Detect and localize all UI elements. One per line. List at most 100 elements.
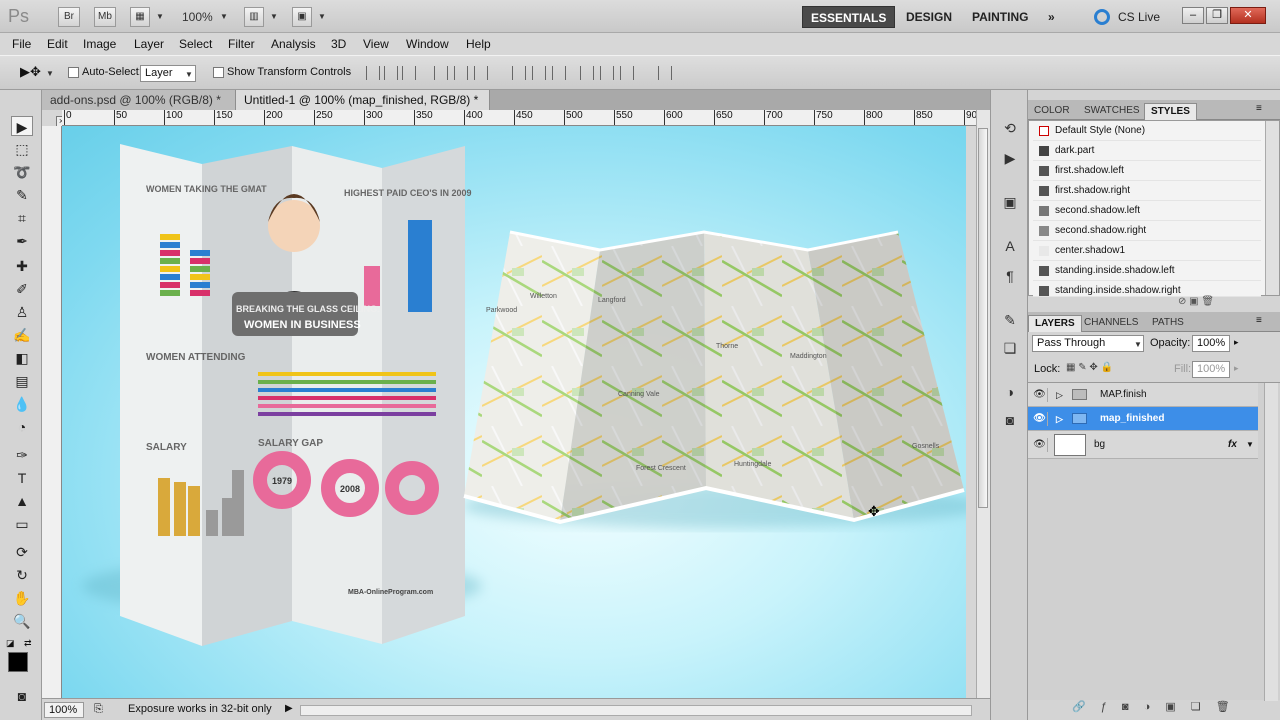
- close-button[interactable]: ✕: [1230, 7, 1266, 24]
- styles-footer-icons[interactable]: ⊘ ▣ 🗑: [1178, 296, 1214, 307]
- effects-expand-icon[interactable]: ▼: [1246, 431, 1254, 459]
- opacity-input[interactable]: 100%: [1192, 335, 1230, 352]
- align-hcenter-icon[interactable]: [454, 66, 468, 80]
- lasso-tool-icon[interactable]: ➰: [11, 162, 33, 182]
- menu-view[interactable]: View: [363, 37, 389, 51]
- menu-3d[interactable]: 3D: [331, 37, 346, 51]
- visibility-eye-icon[interactable]: 👁: [1032, 438, 1048, 452]
- fill-input[interactable]: 100%: [1192, 361, 1230, 378]
- zoom-tool-icon[interactable]: 🔍: [11, 611, 33, 631]
- distribute-left-icon[interactable]: [580, 66, 594, 80]
- style-item[interactable]: Default Style (None): [1033, 121, 1261, 141]
- style-item[interactable]: second.shadow.right: [1033, 221, 1261, 241]
- type-tool-icon[interactable]: T: [11, 468, 33, 488]
- cs-live-button[interactable]: CS Live: [1110, 6, 1168, 28]
- auto-align-layers-icon[interactable]: [658, 66, 672, 80]
- adjustments-panel-icon[interactable]: ◑: [999, 382, 1021, 402]
- align-bottom-icon[interactable]: [402, 66, 416, 80]
- fill-slider-arrow-icon[interactable]: ▸: [1234, 363, 1239, 374]
- tab-paths[interactable]: PATHS: [1146, 315, 1190, 331]
- path-selection-tool-icon[interactable]: ▲: [11, 491, 33, 511]
- distribute-bottom-icon[interactable]: [552, 66, 566, 80]
- menu-filter[interactable]: Filter: [228, 37, 255, 51]
- opacity-slider-arrow-icon[interactable]: ▸: [1234, 337, 1239, 348]
- status-menu-arrow-icon[interactable]: ▶: [285, 703, 293, 714]
- visibility-eye-icon[interactable]: 👁: [1032, 388, 1048, 402]
- align-vcenter-icon[interactable]: [384, 66, 398, 80]
- zoom-dropdown-icon[interactable]: ▼: [220, 12, 228, 21]
- dodge-tool-icon[interactable]: ◔: [11, 417, 33, 437]
- horizontal-ruler[interactable]: 0 50 100 150 200 250 300 350 400 450 500 550 600 650 7…: [62, 110, 976, 126]
- swap-colors-icon[interactable]: ⇄: [24, 638, 32, 649]
- tab-layers[interactable]: LAYERS: [1028, 315, 1082, 332]
- launch-bridge-button[interactable]: Br: [58, 7, 80, 27]
- character-panel-icon[interactable]: A: [999, 236, 1021, 256]
- arrange-dropdown-icon[interactable]: ▼: [270, 12, 278, 21]
- layer-row[interactable]: 👁 ▷ MAP.finish: [1028, 383, 1258, 407]
- eyedropper-tool-icon[interactable]: ✒: [11, 231, 33, 251]
- pen-tool-icon[interactable]: ✑: [11, 445, 33, 465]
- style-item[interactable]: first.shadow.left: [1033, 161, 1261, 181]
- layers-footer-icons[interactable]: 🔗 ƒ ◙ ◑ ▣ ❏ 🗑: [1072, 700, 1236, 713]
- 3d-orbit-tool-icon[interactable]: ↻: [11, 565, 33, 585]
- gradient-tool-icon[interactable]: ▤: [11, 371, 33, 391]
- restore-button[interactable]: ❐: [1206, 7, 1228, 24]
- screen-mode-dropdown-icon[interactable]: ▼: [318, 12, 326, 21]
- minibridge-panel-icon[interactable]: ▣: [999, 192, 1021, 212]
- tab-channels[interactable]: CHANNELS: [1078, 315, 1144, 331]
- style-item[interactable]: standing.inside.shadow.left: [1033, 261, 1261, 281]
- style-item[interactable]: dark.part: [1033, 141, 1261, 161]
- style-item[interactable]: second.shadow.left: [1033, 201, 1261, 221]
- eraser-tool-icon[interactable]: ◧: [11, 348, 33, 368]
- auto-select-checkbox[interactable]: [68, 67, 79, 78]
- layers-scrollbar[interactable]: [1264, 383, 1278, 701]
- screen-mode-icon[interactable]: ▣: [292, 7, 312, 27]
- hand-tool-icon[interactable]: ✋: [11, 588, 33, 608]
- vertical-scroll-thumb[interactable]: [978, 128, 988, 508]
- brushes-panel-icon[interactable]: ✎: [999, 310, 1021, 330]
- view-extras-icon[interactable]: ▦: [130, 7, 150, 27]
- menu-window[interactable]: Window: [406, 37, 449, 51]
- quick-select-tool-icon[interactable]: ✎: [11, 185, 33, 205]
- rectangle-tool-icon[interactable]: ▭: [11, 514, 33, 534]
- auto-select-dropdown-icon[interactable]: ▼: [185, 70, 193, 79]
- workspace-painting[interactable]: PAINTING: [964, 6, 1036, 28]
- quick-mask-icon[interactable]: ◙: [11, 686, 33, 706]
- expand-triangle-icon[interactable]: ▷: [1056, 383, 1063, 407]
- clone-stamp-tool-icon[interactable]: ♙: [11, 302, 33, 322]
- tool-preset-dropdown-icon[interactable]: ▼: [46, 69, 54, 78]
- style-item[interactable]: standing.inside.shadow.right: [1033, 281, 1261, 297]
- menu-help[interactable]: Help: [466, 37, 491, 51]
- blend-mode-dropdown[interactable]: Pass Through: [1032, 335, 1144, 352]
- lock-icons[interactable]: ▦ ✎ ✥ 🔒: [1066, 362, 1113, 373]
- transform-controls-checkbox[interactable]: [213, 67, 224, 78]
- blur-tool-icon[interactable]: 💧: [11, 394, 33, 414]
- expand-triangle-icon[interactable]: ▷: [1056, 407, 1063, 431]
- distribute-hcenter-icon[interactable]: [600, 66, 614, 80]
- healing-brush-tool-icon[interactable]: ✚: [11, 256, 33, 276]
- status-zoom[interactable]: 100%: [44, 702, 84, 718]
- tab-add-ons[interactable]: add-ons.psd @ 100% (RGB/8) *×: [42, 90, 236, 127]
- launch-minibridge-button[interactable]: Mb: [94, 7, 116, 27]
- document-canvas[interactable]: WOMEN TAKING THE GMAT HIGHEST PAID CEO'S…: [62, 126, 966, 698]
- menu-analysis[interactable]: Analysis: [271, 37, 316, 51]
- style-item[interactable]: center.shadow1: [1033, 241, 1261, 261]
- status-info-icon[interactable]: ⎘: [94, 703, 103, 716]
- distribute-right-icon[interactable]: [620, 66, 634, 80]
- default-colors-icon[interactable]: ◪: [6, 638, 15, 649]
- blend-mode-dropdown-icon[interactable]: ▼: [1134, 340, 1142, 349]
- view-extras-dropdown-icon[interactable]: ▼: [156, 12, 164, 21]
- panel-menu-icon[interactable]: ≡: [1256, 315, 1262, 326]
- brush-tool-icon[interactable]: ✐: [11, 279, 33, 299]
- workspace-essentials[interactable]: ESSENTIALS: [802, 6, 896, 28]
- move-tool-preset-icon[interactable]: ▶✥: [20, 64, 41, 80]
- menu-file[interactable]: File: [12, 37, 31, 51]
- menu-edit[interactable]: Edit: [47, 37, 68, 51]
- align-right-icon[interactable]: [474, 66, 488, 80]
- workspace-more-button[interactable]: »: [1040, 6, 1063, 28]
- menu-image[interactable]: Image: [83, 37, 116, 51]
- vertical-ruler[interactable]: [42, 126, 62, 698]
- distribute-vcenter-icon[interactable]: [532, 66, 546, 80]
- marquee-tool-icon[interactable]: ⬚: [11, 139, 33, 159]
- visibility-eye-icon[interactable]: 👁: [1032, 412, 1048, 426]
